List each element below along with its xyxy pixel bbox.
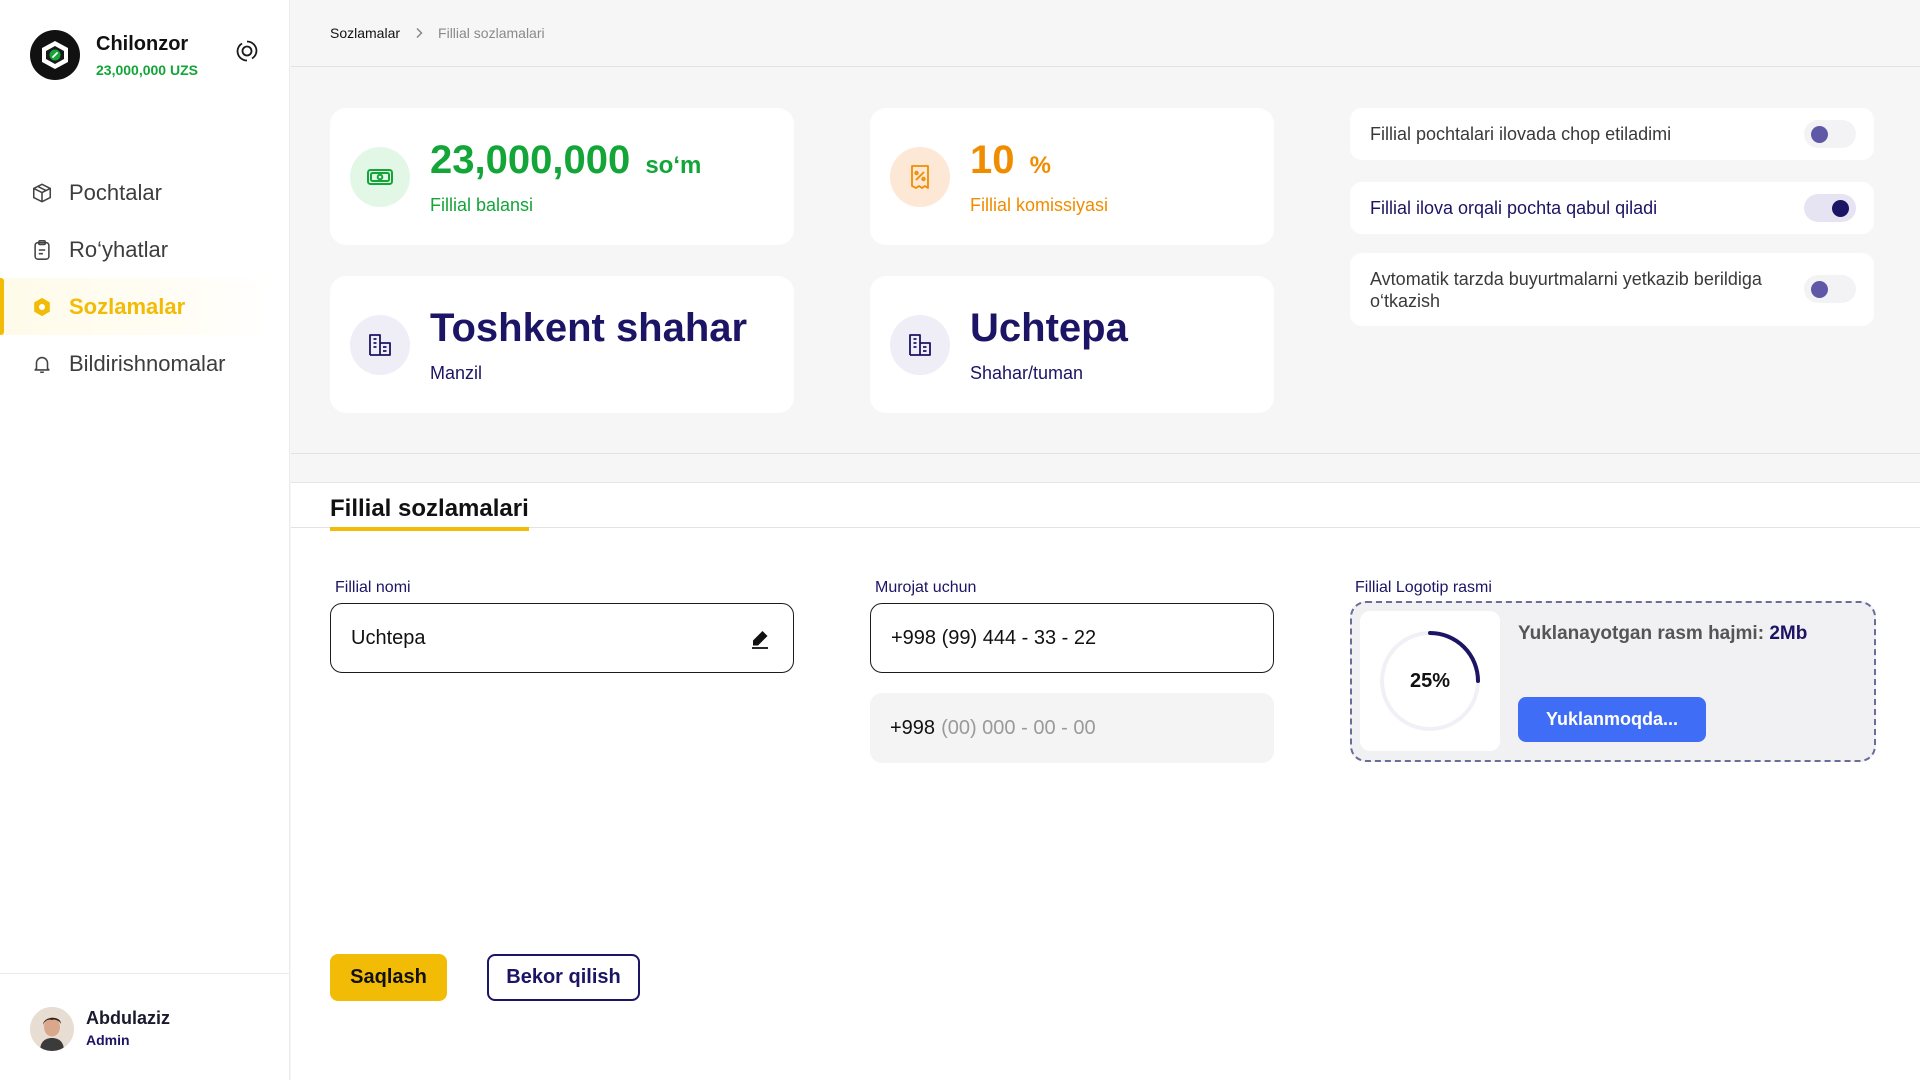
phone-prefix: +998 — [890, 716, 936, 739]
toggle-row: Avtomatik tarzda buyurtmalarni yetkazib … — [1350, 253, 1874, 326]
commission-unit: % — [1029, 152, 1051, 179]
topbar: Sozlamalar Fillial sozlamalari — [291, 0, 1920, 67]
toggle-row: Fillial pochtalari ilovada chop etiladim… — [1350, 108, 1874, 160]
tab-fillial-sozlamalari[interactable]: Fillial sozlamalari — [330, 495, 529, 531]
sidebar-item-royhatlar[interactable]: Ro‘yhatlar — [0, 221, 270, 278]
upload-size-value: 2Mb — [1769, 623, 1808, 644]
sidebar-item-pochtalar[interactable]: Pochtalar — [0, 164, 270, 221]
tab-bar: Fillial sozlamalari — [291, 483, 1920, 531]
sidebar-item-label: Ro‘yhatlar — [69, 236, 169, 262]
clipboard-icon — [30, 238, 54, 262]
building-icon — [350, 315, 410, 375]
address-card: Toshkent shahar Manzil — [330, 276, 794, 413]
district-card: Uchtepa Shahar/tuman — [870, 276, 1274, 413]
sidebar-item-label: Sozlamalar — [69, 293, 186, 319]
receipt-percent-icon — [890, 147, 950, 207]
branch-name-field[interactable]: Uchtepa — [330, 603, 794, 673]
toggle-auto-delivered[interactable] — [1804, 275, 1856, 303]
upload-percent: 25% — [1409, 669, 1451, 692]
sidebar-nav: Pochtalar Ro‘yhatlar Sozlamalar Bildiris… — [0, 164, 270, 392]
user-role: Admin — [86, 1032, 130, 1048]
phone-placeholder: (00) 000 - 00 - 00 — [941, 716, 1096, 739]
money-icon — [350, 147, 410, 207]
logo-label: Fillial Logotip rasmi — [1355, 579, 1492, 596]
brand: Chilonzor 23,000,000 UZS — [30, 30, 198, 80]
commission-card: 10 % Fillial komissiyasi — [870, 108, 1274, 245]
upload-progress-ring: 25% — [1360, 611, 1500, 751]
chevron-right-icon — [414, 27, 424, 39]
commission-value: 10 — [970, 138, 1015, 182]
avatar[interactable] — [30, 1007, 74, 1051]
district-label: Shahar/tuman — [970, 363, 1084, 383]
sidebar-item-sozlamalar[interactable]: Sozlamalar — [0, 278, 270, 335]
toggle-print-posts[interactable] — [1804, 120, 1856, 148]
sidebar: Chilonzor 23,000,000 UZS Pochtalar Ro‘yh… — [0, 0, 290, 1080]
breadcrumb: Sozlamalar Fillial sozlamalari — [330, 25, 545, 41]
user-panel: Abdulaziz Admin — [0, 973, 290, 1080]
logo-upload-dropzone[interactable]: 25% Yuklanayotgan rasm hajmi: 2Mb Yuklan… — [1350, 601, 1876, 762]
bell-icon — [30, 352, 54, 376]
package-icon — [30, 181, 54, 205]
edit-icon[interactable] — [749, 628, 771, 650]
sidebar-item-label: Bildirishnomalar — [69, 350, 226, 376]
address-value: Toshkent shahar — [430, 306, 748, 350]
branch-switch-icon[interactable] — [234, 38, 260, 64]
user-name: Abdulaziz — [86, 1008, 170, 1028]
balance-unit: so‘m — [645, 152, 702, 179]
toggle-label: Avtomatik tarzda buyurtmalarni yetkazib … — [1370, 269, 1762, 311]
balance-label: Fillial balansi — [430, 195, 534, 215]
building-icon — [890, 315, 950, 375]
breadcrumb-current: Fillial sozlamalari — [438, 25, 545, 41]
branch-name-label: Fillial nomi — [335, 579, 411, 596]
brand-logo — [30, 30, 80, 80]
cancel-button[interactable]: Bekor qilish — [487, 954, 640, 1001]
toggle-label: Fillial pochtalari ilovada chop etiladim… — [1370, 124, 1672, 144]
section-divider — [291, 453, 1920, 483]
sidebar-item-bildirishnomalar[interactable]: Bildirishnomalar — [0, 335, 270, 392]
settings-icon — [30, 295, 54, 319]
branch-name-value: Uchtepa — [351, 626, 426, 649]
balance-value: 23,000,000 — [430, 138, 631, 182]
toggle-accept-posts[interactable] — [1804, 194, 1856, 222]
brand-name: Chilonzor — [96, 32, 189, 55]
upload-size-info: Yuklanayotgan rasm hajmi: 2Mb — [1518, 623, 1807, 645]
commission-label: Fillial komissiyasi — [970, 195, 1109, 215]
upload-size-label: Yuklanayotgan rasm hajmi: — [1518, 623, 1765, 644]
breadcrumb-parent[interactable]: Sozlamalar — [330, 25, 400, 41]
save-button[interactable]: Saqlash — [330, 954, 447, 1001]
toggle-label: Fillial ilova orqali pochta qabul qiladi — [1370, 198, 1658, 218]
brand-balance: 23,000,000 UZS — [96, 61, 198, 78]
address-label: Manzil — [430, 363, 483, 383]
toggle-row: Fillial ilova orqali pochta qabul qiladi — [1350, 182, 1874, 234]
district-value: Uchtepa — [970, 306, 1128, 350]
contact-label: Murojat uchun — [875, 579, 977, 596]
phone-value: +998 (99) 444 - 33 - 22 — [891, 626, 1097, 649]
upload-button[interactable]: Yuklanmoqda... — [1518, 697, 1706, 742]
balance-card: 23,000,000 so‘m Fillial balansi — [330, 108, 794, 245]
sidebar-item-label: Pochtalar — [69, 179, 162, 205]
phone-input-primary[interactable]: +998 (99) 444 - 33 - 22 — [870, 603, 1274, 673]
phone-input-secondary[interactable]: +998 (00) 000 - 00 - 00 — [870, 693, 1274, 763]
